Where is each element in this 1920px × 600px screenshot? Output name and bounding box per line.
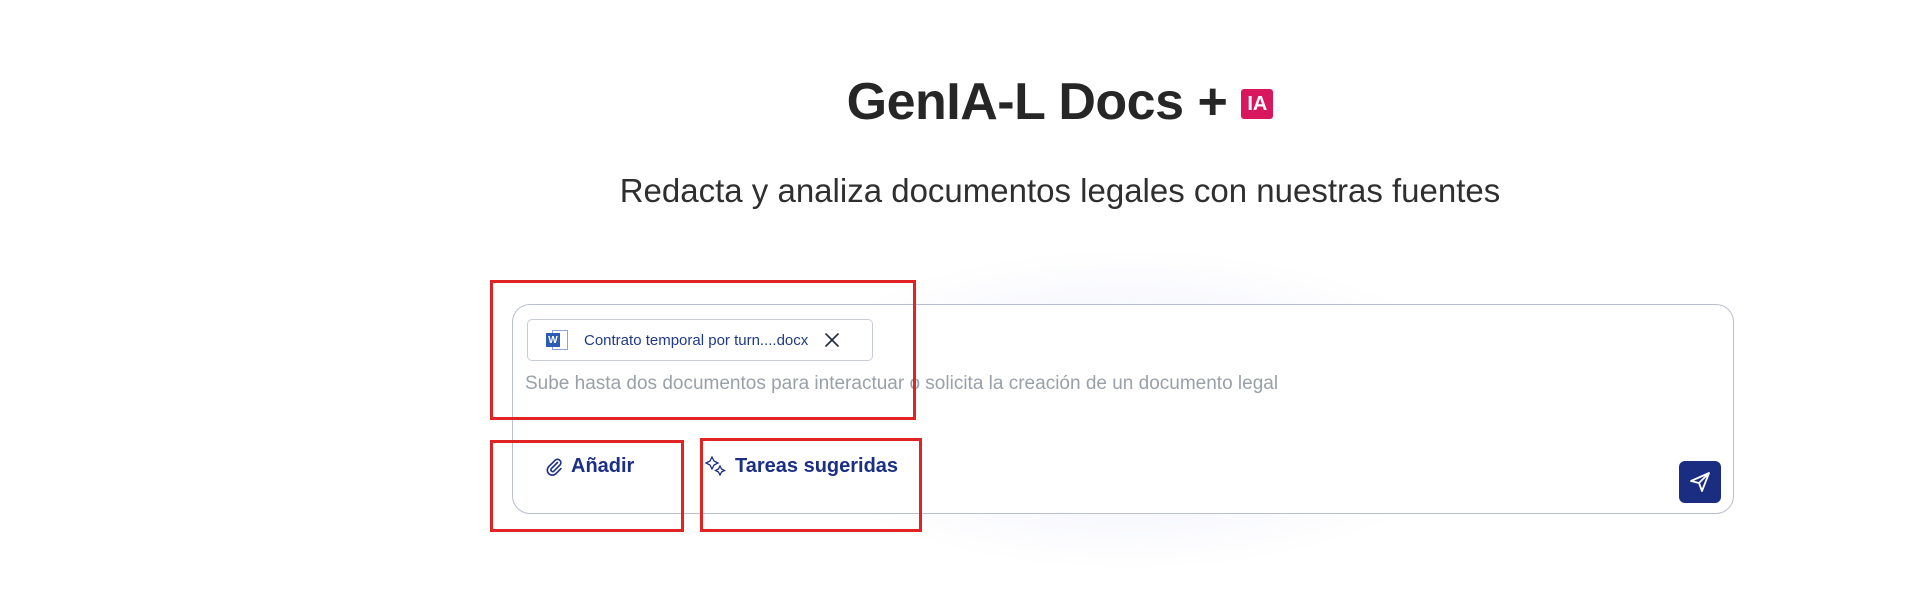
ia-badge: IA <box>1241 89 1274 119</box>
attached-file-chip[interactable]: W Contrato temporal por turn....docx <box>527 319 873 361</box>
word-letter: W <box>546 333 560 347</box>
add-button-label: Añadir <box>571 455 635 477</box>
close-icon <box>825 333 840 347</box>
suggested-tasks-label: Tareas sugeridas <box>735 455 899 477</box>
header: GenIA-L Docs + IA <box>0 72 1920 132</box>
send-button[interactable] <box>1679 461 1721 503</box>
page-subtitle: Redacta y analiza documentos legales con… <box>619 172 1501 209</box>
paperclip-icon <box>546 458 562 476</box>
suggested-tasks-button[interactable]: Tareas sugeridas <box>705 455 898 478</box>
add-button[interactable]: Añadir <box>545 455 634 478</box>
attached-file-name: Contrato temporal por turn....docx <box>584 331 809 349</box>
remove-file-button[interactable] <box>822 330 842 350</box>
word-file-icon: W <box>546 330 568 350</box>
sparkle-icon <box>705 455 726 476</box>
prompt-input[interactable] <box>525 373 1525 395</box>
prompt-composer: W Contrato temporal por turn....docx Aña… <box>512 304 1734 514</box>
page-title: GenIA-L Docs + <box>846 73 1228 131</box>
page: GenIA-L Docs + IA Redacta y analiza docu… <box>0 0 1920 600</box>
send-icon <box>1690 472 1710 492</box>
